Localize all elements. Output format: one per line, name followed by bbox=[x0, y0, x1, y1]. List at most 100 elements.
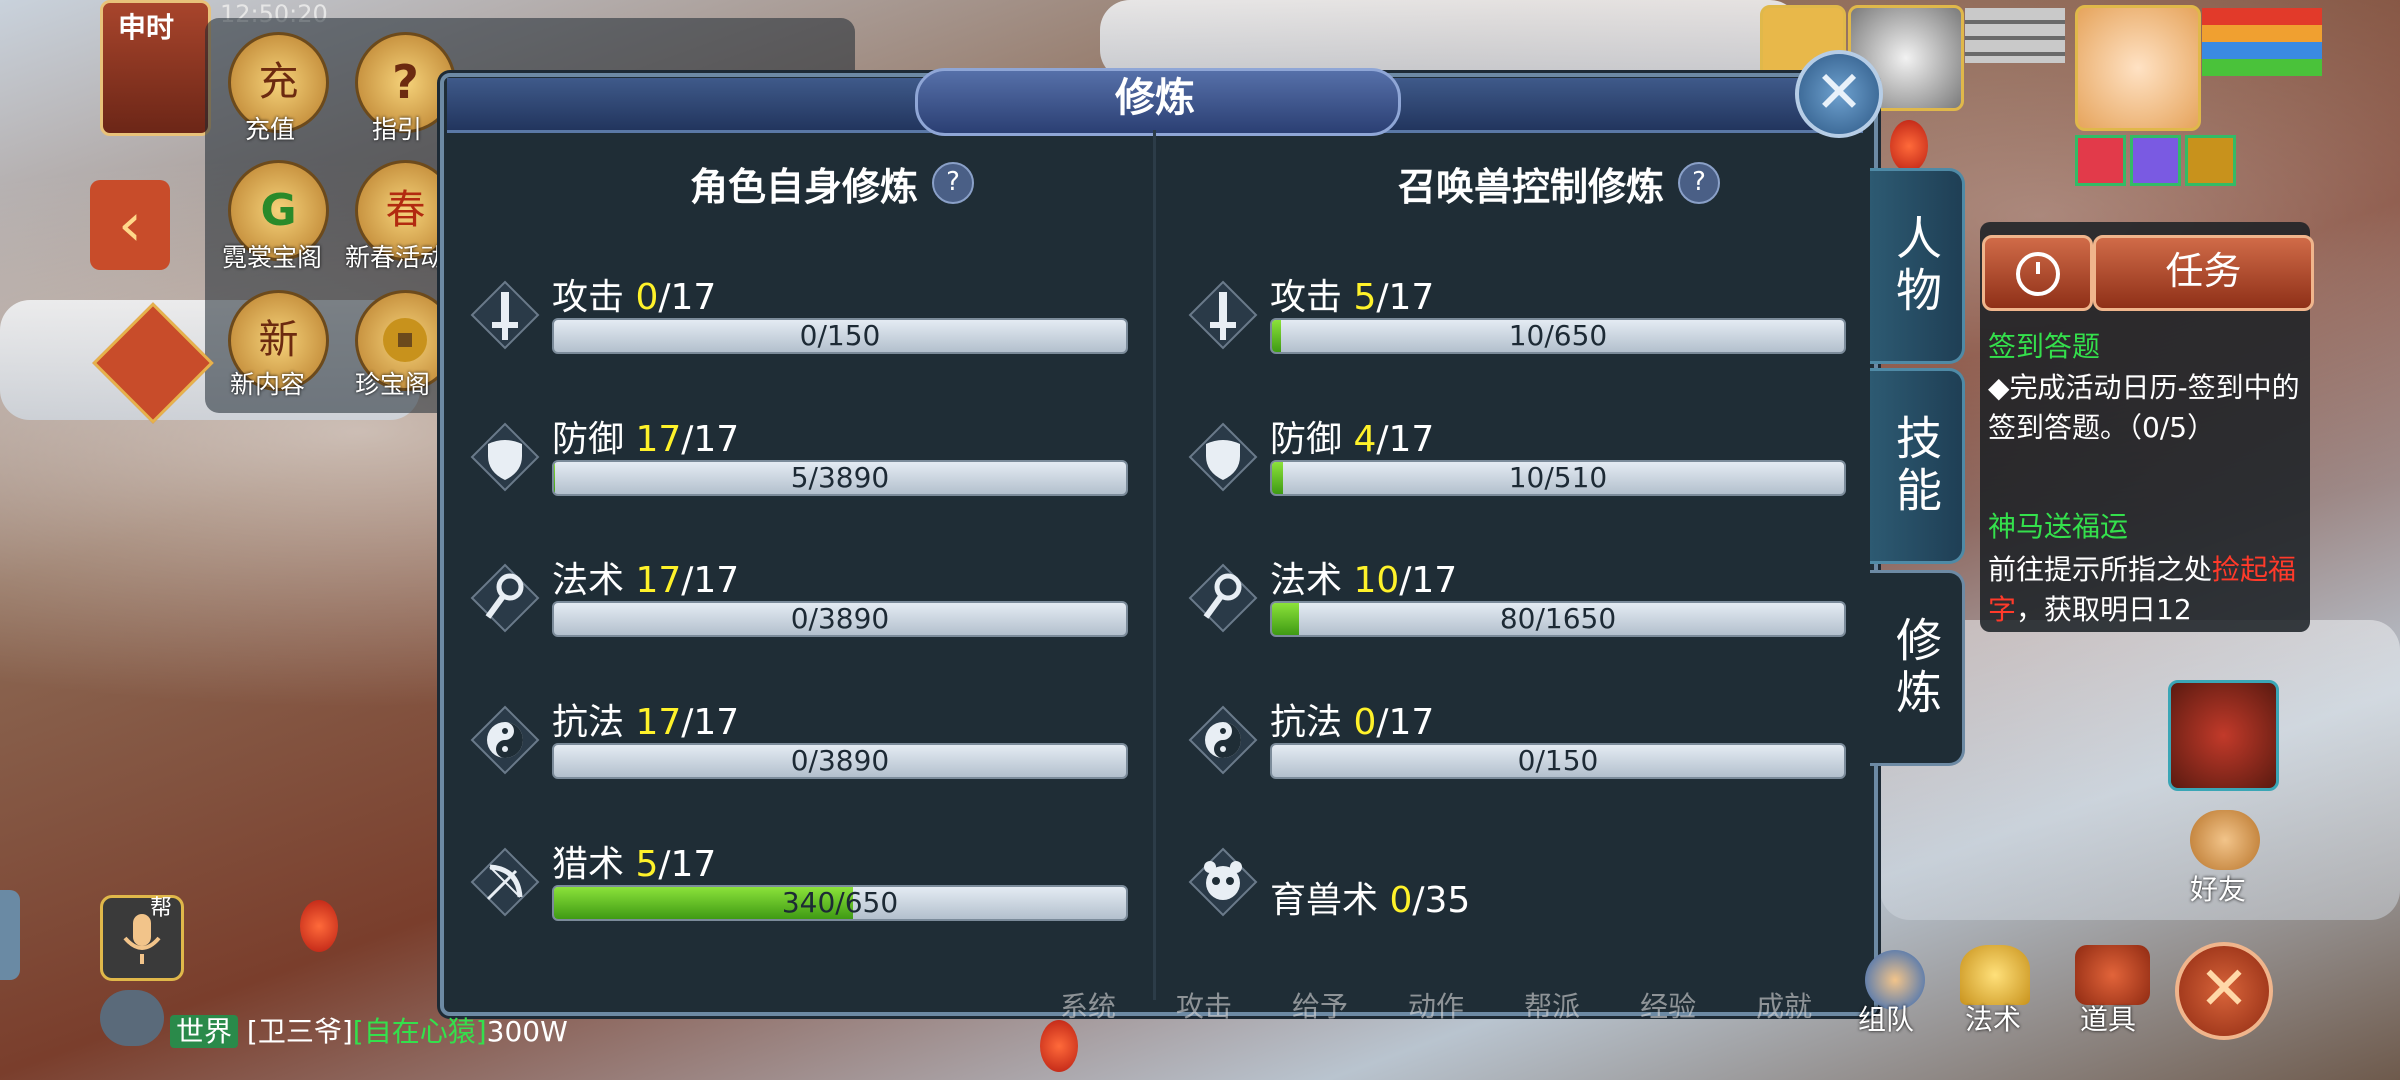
guild-voice-label: 帮 bbox=[150, 896, 173, 921]
progress-text: 0/3890 bbox=[790, 744, 890, 777]
friends-label[interactable]: 好友 bbox=[2190, 868, 2246, 908]
self-resist-level: 抗法 17/17 bbox=[552, 693, 739, 745]
chat-message: 300W bbox=[486, 1015, 568, 1048]
max-level: /17 bbox=[1376, 702, 1435, 743]
progress-text: 80/1650 bbox=[1499, 602, 1617, 635]
close-menu-button[interactable]: ✕ bbox=[2175, 942, 2273, 1040]
dialog-title: 修炼 bbox=[1115, 75, 1195, 121]
stat-name: 法术 bbox=[552, 560, 636, 601]
quest-title[interactable]: 神马送福运 bbox=[1988, 505, 2128, 545]
chat-line[interactable]: 世界 [卫三爷][自在心猿]300W bbox=[170, 1010, 568, 1050]
bow-icon bbox=[470, 847, 540, 917]
quest-description[interactable]: 前往提示所指之处捡起福字，获取明日12 bbox=[1988, 550, 2303, 630]
current-level: 0 bbox=[1389, 880, 1413, 921]
quest-title[interactable]: 签到答题 bbox=[1988, 325, 2100, 365]
orb-buff-icon[interactable] bbox=[2130, 135, 2181, 186]
magic-staff-icon bbox=[470, 563, 540, 633]
self-magic-level: 法术 17/17 bbox=[552, 551, 739, 603]
tab-cultivation[interactable]: 修炼 bbox=[1870, 570, 1965, 766]
self-magic-progress-bar: 0/3890 bbox=[552, 601, 1128, 637]
handshake-icon[interactable] bbox=[2190, 810, 2260, 870]
stat-name: 防御 bbox=[1270, 419, 1354, 460]
yin-yang-icon bbox=[1188, 705, 1258, 775]
lantern-decor bbox=[1040, 1020, 1078, 1072]
self-attack-progress-bar: 0/150 bbox=[552, 318, 1128, 354]
item-chest-icon[interactable] bbox=[2075, 945, 2150, 1005]
stat-name: 攻击 bbox=[552, 277, 636, 318]
progress-text: 0/150 bbox=[1517, 744, 1599, 777]
self-cultivation-help-icon[interactable]: ? bbox=[932, 162, 974, 204]
self-cultivation-title: 角色自身修炼 bbox=[690, 165, 919, 209]
treasure-chest-icon[interactable] bbox=[2168, 680, 2279, 791]
magic-label[interactable]: 法术 bbox=[1965, 998, 2021, 1038]
hidden-menu-bar: 系统 攻击 给予 动作 帮派 经验 成就 bbox=[1060, 990, 1813, 1023]
max-level: /17 bbox=[1399, 560, 1458, 601]
self-resist-progress-bar: 0/3890 bbox=[552, 743, 1128, 779]
close-button[interactable]: ✕ bbox=[1795, 50, 1883, 138]
current-level: 0 bbox=[635, 277, 659, 318]
new-content-label: 新内容 bbox=[230, 370, 306, 399]
max-level: /17 bbox=[658, 277, 717, 318]
close-icon: ✕ bbox=[2198, 954, 2250, 1024]
recharge-label: 充值 bbox=[245, 115, 296, 144]
progress-text: 10/650 bbox=[1508, 319, 1608, 352]
current-level: 17 bbox=[635, 702, 682, 743]
self-hunting-progress-bar: 340/650 bbox=[552, 885, 1128, 921]
stat-name: 抗法 bbox=[1270, 702, 1354, 743]
tab-character[interactable]: 人物 bbox=[1870, 168, 1965, 364]
quest-tab-button[interactable]: 任务 bbox=[2093, 235, 2314, 311]
max-level: /17 bbox=[1376, 277, 1435, 318]
max-level: /17 bbox=[1376, 419, 1435, 460]
current-level: 4 bbox=[1353, 419, 1377, 460]
shield-icon bbox=[470, 422, 540, 492]
player-portrait[interactable] bbox=[2075, 5, 2201, 131]
chat-speaker[interactable]: [卫三爷] bbox=[247, 1015, 353, 1048]
side-drawer-handle[interactable] bbox=[0, 890, 20, 980]
stat-name: 法术 bbox=[1270, 560, 1354, 601]
team-label[interactable]: 组队 bbox=[1858, 998, 1914, 1038]
self-defense-progress-bar: 5/3890 bbox=[552, 460, 1128, 496]
collapse-arrow-button[interactable]: ‹ bbox=[90, 180, 170, 270]
lantern-decor bbox=[1890, 120, 1928, 172]
pet-resist-progress-bar: 0/150 bbox=[1270, 743, 1846, 779]
chat-channel: 世界 bbox=[170, 1015, 239, 1048]
items-label[interactable]: 道具 bbox=[2080, 998, 2136, 1038]
scroll-buff-icon[interactable] bbox=[2185, 135, 2236, 186]
max-level: /17 bbox=[681, 419, 740, 460]
tab-skills[interactable]: 技能 bbox=[1870, 368, 1965, 564]
pet-status-bars bbox=[1965, 8, 2065, 63]
current-level: 5 bbox=[1353, 277, 1377, 318]
pet-defense-progress-bar: 10/510 bbox=[1270, 460, 1846, 496]
bell-icon[interactable] bbox=[1960, 945, 2030, 1005]
progress-text: 5/3890 bbox=[790, 461, 890, 494]
max-level: /17 bbox=[658, 844, 717, 885]
player-status-bars bbox=[2202, 8, 2322, 76]
sword-icon bbox=[470, 280, 540, 350]
chat-bubble-icon[interactable] bbox=[100, 990, 164, 1046]
pet-magic-progress-bar: 80/1650 bbox=[1270, 601, 1846, 637]
pet-attack-progress-bar: 10/650 bbox=[1270, 318, 1846, 354]
current-level: 5 bbox=[635, 844, 659, 885]
heart-buff-icon[interactable] bbox=[2075, 135, 2126, 186]
progress-text: 0/150 bbox=[799, 319, 881, 352]
stat-name: 抗法 bbox=[552, 702, 636, 743]
pet-beast-taming-level: 育兽术 0/35 bbox=[1270, 871, 1470, 923]
pet-magic-level: 法术 10/17 bbox=[1270, 551, 1457, 603]
max-level: /35 bbox=[1412, 880, 1471, 921]
pet-cultivation-help-icon[interactable]: ? bbox=[1678, 162, 1720, 204]
max-level: /17 bbox=[681, 702, 740, 743]
current-level: 10 bbox=[1353, 560, 1400, 601]
shield-icon bbox=[1188, 422, 1258, 492]
stat-name: 攻击 bbox=[1270, 277, 1354, 318]
spring-event-label: 新春活动 bbox=[345, 243, 446, 272]
treasure-pavilion-label: 霓裳宝阁 bbox=[222, 243, 323, 272]
pet-cultivation-title: 召唤兽控制修炼 bbox=[1398, 165, 1665, 209]
current-level: 17 bbox=[635, 419, 682, 460]
self-defense-level: 防御 17/17 bbox=[552, 410, 739, 462]
quest-timer-button[interactable] bbox=[1982, 235, 2093, 311]
quest-description[interactable]: ◆完成活动日历-签到中的签到答题。（0/5） bbox=[1988, 368, 2303, 448]
progress-text: 10/510 bbox=[1508, 461, 1608, 494]
sword-icon bbox=[1188, 280, 1258, 350]
timer-icon bbox=[2015, 252, 2060, 296]
self-attack-level: 攻击 0/17 bbox=[552, 268, 716, 320]
